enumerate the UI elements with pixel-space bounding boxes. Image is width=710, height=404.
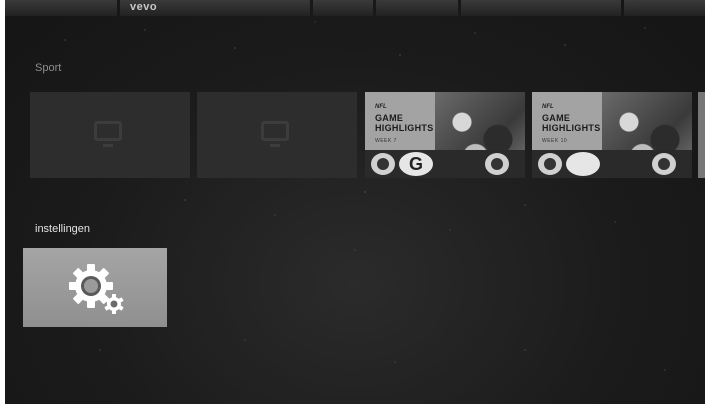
top-content-row: vevo: [5, 0, 705, 16]
sport-tile-partial[interactable]: [698, 92, 705, 178]
starfield-background: [44, 21, 666, 371]
raiders-logo-icon: [652, 153, 676, 175]
team-logos: G: [365, 150, 525, 178]
tile-title: GAME HIGHLIGHTS: [375, 113, 434, 133]
sport-tile-game-highlights-week-7[interactable]: NFL GAME HIGHLIGHTS WEEK 7 G: [365, 92, 525, 178]
sport-tile-game-highlights-week-10[interactable]: NFL GAME HIGHLIGHTS WEEK 10: [532, 92, 692, 178]
top-row-tile[interactable]: [313, 0, 373, 16]
top-row-tile-vevo[interactable]: vevo: [120, 0, 310, 16]
tv-icon: [261, 121, 289, 147]
tile-title: GAME HIGHLIGHTS: [542, 113, 601, 133]
packers-logo-icon: G: [399, 152, 433, 176]
sport-tile-placeholder[interactable]: [197, 92, 357, 178]
settings-gear-icon: [69, 264, 124, 314]
top-row-tile[interactable]: [5, 0, 117, 16]
tile-week-label: WEEK 10: [542, 138, 568, 144]
top-row-tile[interactable]: [376, 0, 458, 16]
row-title-sport: Sport: [35, 62, 62, 74]
vevo-logo: vevo: [130, 1, 158, 13]
settings-card[interactable]: [23, 248, 167, 327]
top-row-tile[interactable]: [461, 0, 621, 16]
nfl-logo: NFL: [542, 104, 554, 110]
tv-home-screen: vevo Sport NFL GAME HIGHLIGHTS WEEK 7 G …: [5, 0, 705, 404]
nfl-logo: NFL: [375, 104, 387, 110]
tile-week-label: WEEK 7: [375, 138, 397, 144]
team-logos: [532, 150, 692, 178]
sport-tile-placeholder[interactable]: [30, 92, 190, 178]
top-row-tile[interactable]: [624, 0, 705, 16]
tv-icon: [94, 121, 122, 147]
team-logo-icon: [566, 152, 600, 176]
raiders-logo-icon: [485, 153, 509, 175]
raiders-logo-icon: [371, 153, 395, 175]
chargers-logo-icon: [538, 153, 562, 175]
row-title-settings: instellingen: [35, 223, 91, 235]
